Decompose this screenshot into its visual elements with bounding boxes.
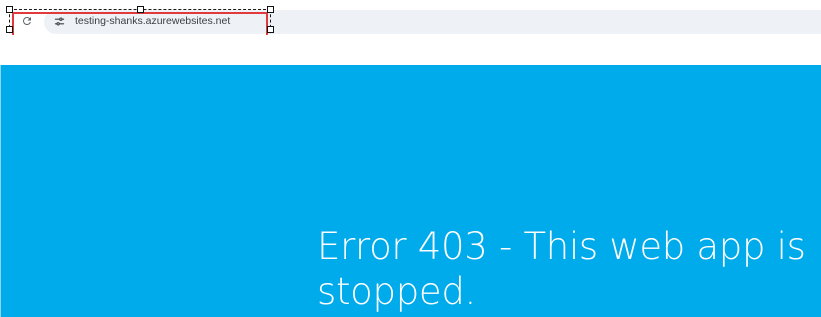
resize-handle-top-right[interactable] bbox=[267, 6, 274, 13]
tune-icon bbox=[54, 17, 64, 25]
resize-handle-top-left[interactable] bbox=[6, 6, 13, 13]
site-info-button[interactable] bbox=[52, 14, 66, 28]
resize-handle-middle-right[interactable] bbox=[267, 26, 274, 33]
reload-button[interactable] bbox=[19, 13, 35, 29]
page-top-margin bbox=[0, 35, 821, 65]
resize-handle-top-middle[interactable] bbox=[137, 6, 144, 13]
url-text[interactable]: testing-shanks.azurewebsites.net bbox=[75, 14, 230, 29]
reload-icon bbox=[23, 16, 31, 25]
error-heading: Error 403 - This web app is stopped. bbox=[317, 225, 806, 313]
browser-window: testing-shanks.azurewebsites.net Error 4… bbox=[0, 0, 821, 317]
resize-handle-middle-left[interactable] bbox=[6, 26, 13, 33]
